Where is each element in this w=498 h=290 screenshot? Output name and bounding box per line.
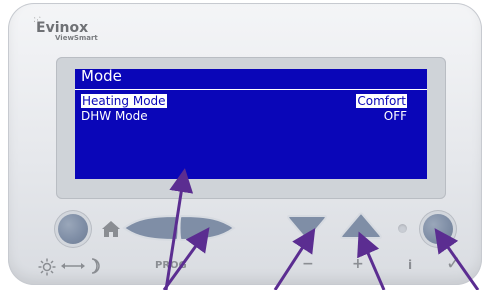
brand-name: Evinox — [36, 20, 89, 36]
ok-button[interactable] — [423, 214, 453, 244]
home-icon — [102, 221, 120, 237]
right-arrow-button[interactable] — [178, 214, 236, 242]
menu-row-dhw-mode[interactable]: DHW Mode — [81, 109, 148, 123]
moon-icon — [91, 258, 100, 274]
info-label: i — [408, 258, 413, 272]
prog-label: PROG — [155, 260, 187, 271]
screen-title: Mode — [81, 67, 122, 85]
dhw-mode-value[interactable]: OFF — [384, 109, 407, 123]
heating-mode-value[interactable]: Comfort — [356, 94, 407, 108]
status-led — [398, 224, 407, 233]
up-arrow-button[interactable] — [338, 210, 384, 242]
plus-label: + — [352, 256, 364, 272]
dhw-mode-label: DHW Mode — [81, 109, 148, 123]
mode-button[interactable] — [58, 214, 88, 244]
title-divider — [75, 89, 427, 90]
menu-row-heating-mode[interactable]: Heating Mode — [81, 94, 167, 108]
ok-check-label: ✓ — [446, 253, 462, 274]
brand-logo: ∴· Evinox ViewSmart — [31, 12, 98, 42]
left-arrow-button[interactable] — [122, 214, 180, 242]
down-arrow-button[interactable] — [286, 212, 328, 242]
sun-icon — [38, 258, 56, 276]
lcd-screen: Mode Heating Mode Comfort DHW Mode OFF — [75, 67, 427, 179]
minus-label: − — [302, 256, 314, 272]
brand-sub: ViewSmart — [55, 34, 98, 42]
heating-mode-label: Heating Mode — [81, 94, 167, 108]
swap-arrow-icon — [61, 263, 85, 269]
